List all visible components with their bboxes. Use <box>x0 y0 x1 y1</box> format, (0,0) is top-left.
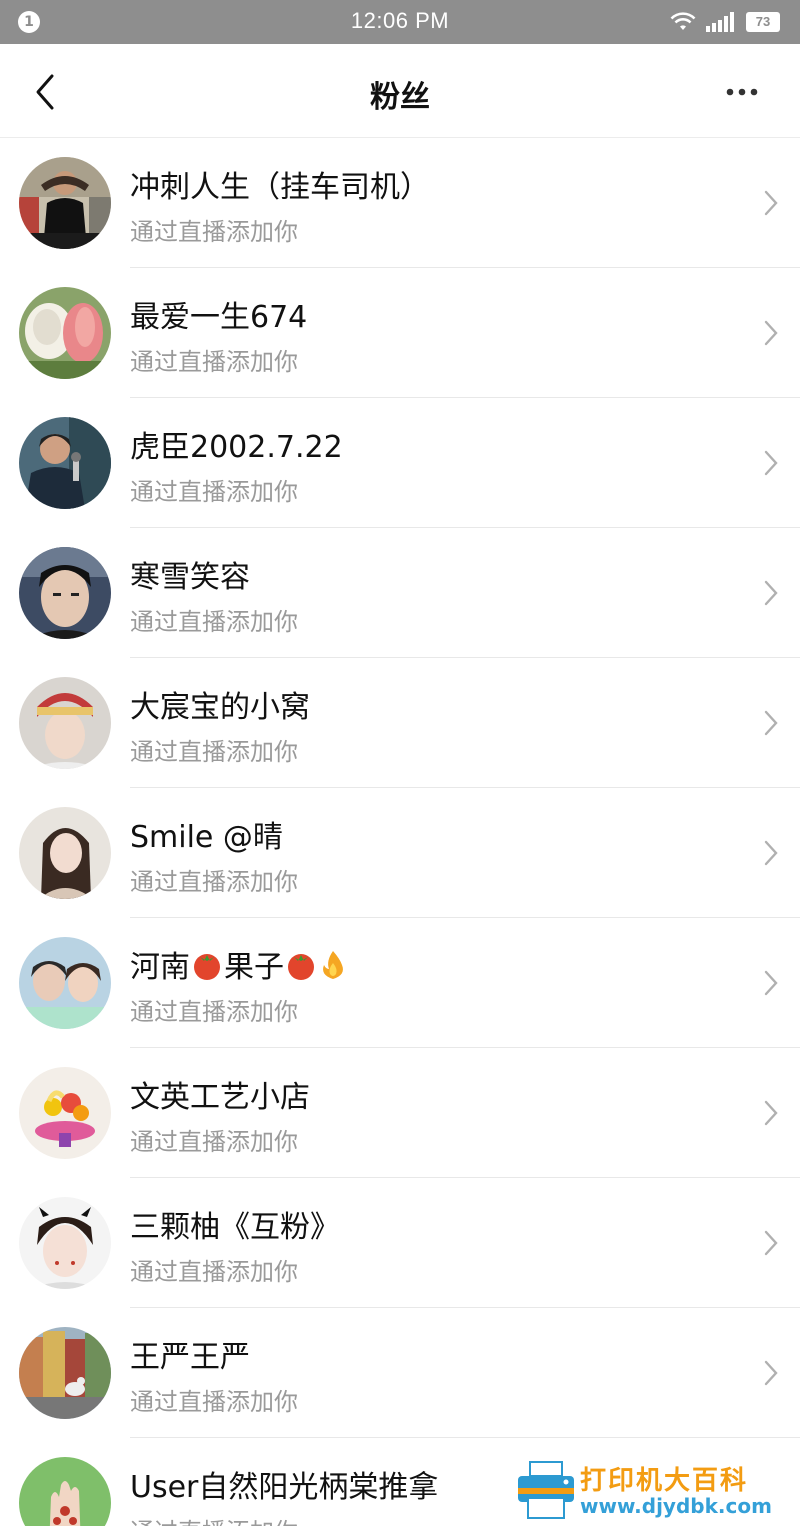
avatar <box>19 937 111 1029</box>
fan-list: 冲刺人生（挂车司机） 通过直播添加你 最爱一生674 通过直播添加你 虎臣200… <box>0 138 800 1526</box>
fan-row[interactable]: 三颗柚《互粉》 通过直播添加你 <box>0 1178 800 1308</box>
fan-source: 通过直播添加你 <box>130 608 298 636</box>
fan-name: 冲刺人生（挂车司机） <box>130 170 430 205</box>
fan-source: 通过直播添加你 <box>130 868 298 896</box>
tomato-icon <box>194 954 220 980</box>
fan-source: 通过直播添加你 <box>130 998 298 1026</box>
fan-source: 通过直播添加你 <box>130 478 298 506</box>
avatar <box>19 807 111 899</box>
more-button[interactable] <box>724 80 764 104</box>
watermark-url: www.djydbk.com <box>580 1494 772 1518</box>
fan-name: 三颗柚《互粉》 <box>130 1210 340 1245</box>
fan-row[interactable]: Smile @晴 通过直播添加你 <box>0 788 800 918</box>
tomato-icon <box>288 954 314 980</box>
chevron-right-icon <box>764 320 778 346</box>
fan-row[interactable]: 河南 果子 通过直播添加你 <box>0 918 800 1048</box>
fan-name: 大宸宝的小窝 <box>130 690 310 725</box>
chevron-right-icon <box>764 1360 778 1386</box>
fan-source: 通过直播添加你 <box>130 1128 298 1156</box>
fan-source: 通过直播添加你 <box>130 1512 298 1526</box>
fan-row[interactable]: 文英工艺小店 通过直播添加你 <box>0 1048 800 1178</box>
fan-source: 通过直播添加你 <box>130 738 298 766</box>
avatar <box>19 1327 111 1419</box>
fan-name: 虎臣2002.7.22 <box>130 430 343 465</box>
fan-row[interactable]: 冲刺人生（挂车司机） 通过直播添加你 <box>0 138 800 268</box>
avatar <box>19 157 111 249</box>
fan-source: 通过直播添加你 <box>130 348 298 376</box>
signal-icon <box>706 12 736 32</box>
chevron-right-icon <box>764 1230 778 1256</box>
avatar <box>19 547 111 639</box>
fan-name: Smile @晴 <box>130 820 283 855</box>
fan-name: 寒雪笑容 <box>130 560 250 595</box>
chevron-right-icon <box>764 840 778 866</box>
avatar <box>19 417 111 509</box>
watermark: 打印机大百科 www.djydbk.com <box>514 1456 794 1526</box>
fan-name-part: 河南 <box>130 950 190 985</box>
chevron-right-icon <box>764 710 778 736</box>
more-dots-icon <box>726 88 758 96</box>
avatar <box>19 1457 111 1526</box>
chevron-right-icon <box>764 970 778 996</box>
avatar <box>19 677 111 769</box>
fan-name: User自然阳光柄棠推拿 <box>130 1470 439 1505</box>
status-icons: 73 <box>670 10 780 34</box>
watermark-text: 打印机大百科 <box>580 1466 749 1496</box>
fan-name: 王严王严 <box>130 1340 250 1375</box>
fan-name: 最爱一生674 <box>130 300 308 335</box>
chevron-right-icon <box>764 1100 778 1126</box>
avatar <box>19 1197 111 1289</box>
fan-name: 文英工艺小店 <box>130 1080 310 1115</box>
fan-row[interactable]: 寒雪笑容 通过直播添加你 <box>0 528 800 658</box>
chevron-right-icon <box>764 580 778 606</box>
chevron-right-icon <box>764 190 778 216</box>
fan-name: 河南 果子 <box>130 942 348 986</box>
fan-source: 通过直播添加你 <box>130 1258 298 1286</box>
fan-row[interactable]: 王严王严 通过直播添加你 <box>0 1308 800 1438</box>
avatar <box>19 287 111 379</box>
fan-row[interactable]: 大宸宝的小窝 通过直播添加你 <box>0 658 800 788</box>
avatar <box>19 1067 111 1159</box>
page-title: 粉丝 <box>370 80 430 115</box>
nav-bar: 粉丝 <box>0 44 800 138</box>
status-bar: 1 12:06 PM 73 <box>0 0 800 44</box>
fan-name-part: 果子 <box>224 950 284 985</box>
fan-row[interactable]: 最爱一生674 通过直播添加你 <box>0 268 800 398</box>
fan-source: 通过直播添加你 <box>130 218 298 246</box>
chevron-right-icon <box>764 450 778 476</box>
fan-source: 通过直播添加你 <box>130 1388 298 1416</box>
printer-logo-icon <box>518 1461 574 1519</box>
wifi-icon <box>670 12 696 32</box>
fan-row[interactable]: 虎臣2002.7.22 通过直播添加你 <box>0 398 800 528</box>
fire-icon <box>323 951 343 979</box>
battery-icon: 73 <box>746 12 780 32</box>
